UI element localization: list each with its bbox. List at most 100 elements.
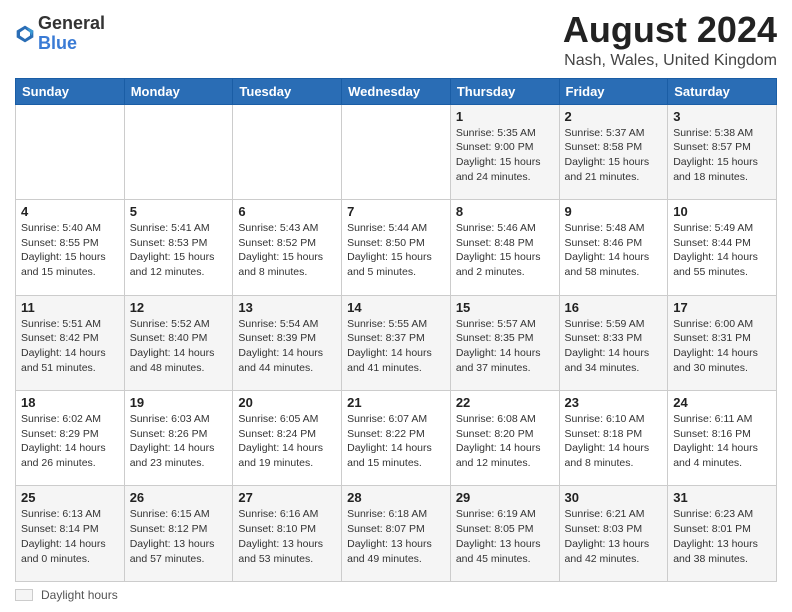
calendar-cell: 25 Sunrise: 6:13 AM Sunset: 8:14 PM Dayli… <box>16 486 125 582</box>
day-info: Sunrise: 6:11 AM Sunset: 8:16 PM Dayligh… <box>673 412 771 471</box>
logo-icon <box>15 24 35 44</box>
day-info: Sunrise: 5:55 AM Sunset: 8:37 PM Dayligh… <box>347 317 445 376</box>
calendar-cell: 19 Sunrise: 6:03 AM Sunset: 8:26 PM Dayli… <box>124 391 233 486</box>
calendar-header-sunday: Sunday <box>16 78 125 104</box>
day-number: 28 <box>347 490 445 505</box>
day-info: Sunrise: 6:00 AM Sunset: 8:31 PM Dayligh… <box>673 317 771 376</box>
calendar-cell: 24 Sunrise: 6:11 AM Sunset: 8:16 PM Dayli… <box>668 391 777 486</box>
day-number: 30 <box>565 490 663 505</box>
calendar-cell: 16 Sunrise: 5:59 AM Sunset: 8:33 PM Dayli… <box>559 295 668 390</box>
day-info: Sunrise: 6:13 AM Sunset: 8:14 PM Dayligh… <box>21 507 119 566</box>
day-info: Sunrise: 5:57 AM Sunset: 8:35 PM Dayligh… <box>456 317 554 376</box>
calendar-cell: 20 Sunrise: 6:05 AM Sunset: 8:24 PM Dayli… <box>233 391 342 486</box>
calendar-cell: 12 Sunrise: 5:52 AM Sunset: 8:40 PM Dayli… <box>124 295 233 390</box>
day-info: Sunrise: 5:59 AM Sunset: 8:33 PM Dayligh… <box>565 317 663 376</box>
month-title: August 2024 <box>563 10 777 50</box>
calendar-week-2: 4 Sunrise: 5:40 AM Sunset: 8:55 PM Daylig… <box>16 200 777 295</box>
day-number: 4 <box>21 204 119 219</box>
day-info: Sunrise: 5:46 AM Sunset: 8:48 PM Dayligh… <box>456 221 554 280</box>
day-info: Sunrise: 6:18 AM Sunset: 8:07 PM Dayligh… <box>347 507 445 566</box>
day-info: Sunrise: 6:16 AM Sunset: 8:10 PM Dayligh… <box>238 507 336 566</box>
day-info: Sunrise: 6:15 AM Sunset: 8:12 PM Dayligh… <box>130 507 228 566</box>
day-number: 13 <box>238 300 336 315</box>
day-number: 23 <box>565 395 663 410</box>
day-number: 10 <box>673 204 771 219</box>
day-info: Sunrise: 5:48 AM Sunset: 8:46 PM Dayligh… <box>565 221 663 280</box>
calendar-header-thursday: Thursday <box>450 78 559 104</box>
calendar-cell: 6 Sunrise: 5:43 AM Sunset: 8:52 PM Daylig… <box>233 200 342 295</box>
day-info: Sunrise: 5:52 AM Sunset: 8:40 PM Dayligh… <box>130 317 228 376</box>
day-number: 16 <box>565 300 663 315</box>
calendar-cell: 23Sunrise: 6:10 AM Sunset: 8:18 PM Dayli… <box>559 391 668 486</box>
day-info: Sunrise: 6:19 AM Sunset: 8:05 PM Dayligh… <box>456 507 554 566</box>
day-info: Sunrise: 6:05 AM Sunset: 8:24 PM Dayligh… <box>238 412 336 471</box>
calendar-cell: 29 Sunrise: 6:19 AM Sunset: 8:05 PM Dayli… <box>450 486 559 582</box>
legend-label: Daylight hours <box>41 588 118 602</box>
calendar-cell: 1Sunrise: 5:35 AM Sunset: 9:00 PM Daylig… <box>450 104 559 199</box>
calendar-cell <box>16 104 125 199</box>
day-number: 1 <box>456 109 554 124</box>
calendar-cell: 11 Sunrise: 5:51 AM Sunset: 8:42 PM Dayli… <box>16 295 125 390</box>
day-number: 17 <box>673 300 771 315</box>
calendar-cell <box>124 104 233 199</box>
day-number: 31 <box>673 490 771 505</box>
title-block: August 2024 Nash, Wales, United Kingdom <box>563 10 777 70</box>
day-info: Sunrise: 5:51 AM Sunset: 8:42 PM Dayligh… <box>21 317 119 376</box>
calendar-header-monday: Monday <box>124 78 233 104</box>
footer: Daylight hours <box>15 582 777 602</box>
calendar-week-4: 18 Sunrise: 6:02 AM Sunset: 8:29 PM Dayli… <box>16 391 777 486</box>
day-info: Sunrise: 6:07 AM Sunset: 8:22 PM Dayligh… <box>347 412 445 471</box>
day-number: 25 <box>21 490 119 505</box>
day-info: Sunrise: 5:40 AM Sunset: 8:55 PM Dayligh… <box>21 221 119 280</box>
calendar-cell: 10Sunrise: 5:49 AM Sunset: 8:44 PM Dayli… <box>668 200 777 295</box>
calendar-cell: 15 Sunrise: 5:57 AM Sunset: 8:35 PM Dayli… <box>450 295 559 390</box>
calendar-cell: 3 Sunrise: 5:38 AM Sunset: 8:57 PM Daylig… <box>668 104 777 199</box>
calendar-cell: 7Sunrise: 5:44 AM Sunset: 8:50 PM Daylig… <box>342 200 451 295</box>
logo-blue-text: Blue <box>38 33 77 53</box>
calendar-week-5: 25 Sunrise: 6:13 AM Sunset: 8:14 PM Dayli… <box>16 486 777 582</box>
day-number: 7 <box>347 204 445 219</box>
calendar-cell: 28 Sunrise: 6:18 AM Sunset: 8:07 PM Dayli… <box>342 486 451 582</box>
day-info: Sunrise: 6:02 AM Sunset: 8:29 PM Dayligh… <box>21 412 119 471</box>
header: General Blue August 2024 Nash, Wales, Un… <box>15 10 777 70</box>
page: General Blue August 2024 Nash, Wales, Un… <box>0 0 792 612</box>
day-number: 24 <box>673 395 771 410</box>
day-number: 3 <box>673 109 771 124</box>
day-number: 18 <box>21 395 119 410</box>
logo-general-text: General <box>38 13 105 33</box>
day-number: 19 <box>130 395 228 410</box>
calendar-cell: 5Sunrise: 5:41 AM Sunset: 8:53 PM Daylig… <box>124 200 233 295</box>
logo: General Blue <box>15 14 105 54</box>
day-number: 11 <box>21 300 119 315</box>
calendar-header-wednesday: Wednesday <box>342 78 451 104</box>
location: Nash, Wales, United Kingdom <box>563 52 777 70</box>
calendar-cell <box>342 104 451 199</box>
day-number: 27 <box>238 490 336 505</box>
day-number: 12 <box>130 300 228 315</box>
day-number: 26 <box>130 490 228 505</box>
calendar-cell: 26 Sunrise: 6:15 AM Sunset: 8:12 PM Dayli… <box>124 486 233 582</box>
calendar-cell: 8Sunrise: 5:46 AM Sunset: 8:48 PM Daylig… <box>450 200 559 295</box>
day-number: 20 <box>238 395 336 410</box>
day-info: Sunrise: 5:38 AM Sunset: 8:57 PM Dayligh… <box>673 126 771 185</box>
calendar-cell: 27 Sunrise: 6:16 AM Sunset: 8:10 PM Dayli… <box>233 486 342 582</box>
day-info: Sunrise: 5:43 AM Sunset: 8:52 PM Dayligh… <box>238 221 336 280</box>
calendar-cell: 9 Sunrise: 5:48 AM Sunset: 8:46 PM Daylig… <box>559 200 668 295</box>
calendar-cell: 21Sunrise: 6:07 AM Sunset: 8:22 PM Dayli… <box>342 391 451 486</box>
day-number: 6 <box>238 204 336 219</box>
day-info: Sunrise: 5:54 AM Sunset: 8:39 PM Dayligh… <box>238 317 336 376</box>
calendar-cell: 14Sunrise: 5:55 AM Sunset: 8:37 PM Dayli… <box>342 295 451 390</box>
legend-box <box>15 589 33 601</box>
day-number: 9 <box>565 204 663 219</box>
calendar-header-saturday: Saturday <box>668 78 777 104</box>
day-info: Sunrise: 6:08 AM Sunset: 8:20 PM Dayligh… <box>456 412 554 471</box>
calendar-header-row: SundayMondayTuesdayWednesdayThursdayFrid… <box>16 78 777 104</box>
calendar-cell: 22Sunrise: 6:08 AM Sunset: 8:20 PM Dayli… <box>450 391 559 486</box>
day-number: 15 <box>456 300 554 315</box>
calendar-cell: 31Sunrise: 6:23 AM Sunset: 8:01 PM Dayli… <box>668 486 777 582</box>
calendar-header-friday: Friday <box>559 78 668 104</box>
calendar-cell: 30Sunrise: 6:21 AM Sunset: 8:03 PM Dayli… <box>559 486 668 582</box>
day-info: Sunrise: 6:03 AM Sunset: 8:26 PM Dayligh… <box>130 412 228 471</box>
day-number: 2 <box>565 109 663 124</box>
day-number: 29 <box>456 490 554 505</box>
